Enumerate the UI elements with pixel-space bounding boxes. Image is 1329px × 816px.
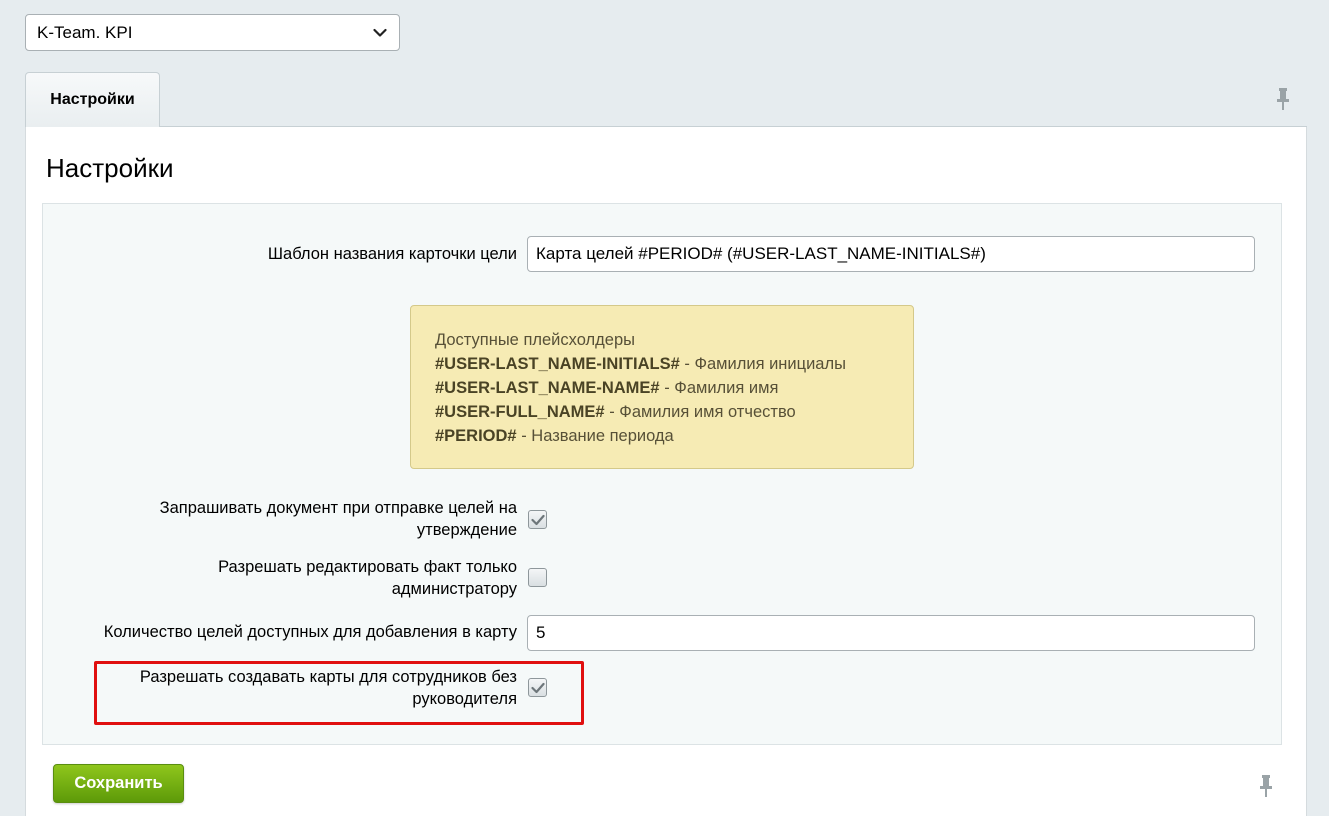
template-input[interactable] [527, 236, 1255, 272]
site-select[interactable]: K-Team. KPI [25, 14, 400, 51]
tab-settings-label: Настройки [50, 91, 135, 108]
edit-fact-label: Разрешать редактировать факт только адми… [218, 558, 517, 598]
pin-icon[interactable] [1274, 87, 1292, 111]
request-doc-label: Запрашивать документ при отправке целей … [159, 499, 517, 539]
page-title: Настройки [46, 153, 174, 183]
placeholder-item: #PERIOD# - Название периода [435, 427, 674, 445]
save-button[interactable]: Сохранить [53, 764, 184, 803]
placeholder-item: #USER-LAST_NAME-NAME# - Фамилия имя [435, 379, 779, 397]
checkmark-icon [530, 514, 545, 525]
tab-settings[interactable]: Настройки [25, 72, 160, 127]
edit-fact-checkbox[interactable] [528, 568, 547, 587]
goals-count-label: Количество целей доступных для добавлени… [103, 623, 517, 641]
placeholder-item: #USER-FULL_NAME# - Фамилия имя отчество [435, 403, 796, 421]
tabs-bar: Настройки [25, 72, 1307, 127]
request-doc-checkbox[interactable] [528, 510, 547, 529]
site-select-value: K-Team. KPI [37, 22, 133, 42]
placeholder-item: #USER-LAST_NAME-INITIALS# - Фамилия иниц… [435, 355, 846, 373]
pin-icon[interactable] [1257, 774, 1275, 798]
placeholders-hint: Доступные плейсхолдеры #USER-LAST_NAME-I… [410, 305, 914, 469]
template-label: Шаблон названия карточки цели [267, 245, 517, 263]
highlight-box [94, 661, 584, 725]
placeholders-title: Доступные плейсхолдеры [435, 331, 635, 349]
chevron-down-icon [373, 26, 387, 40]
goals-count-input[interactable] [527, 615, 1255, 651]
